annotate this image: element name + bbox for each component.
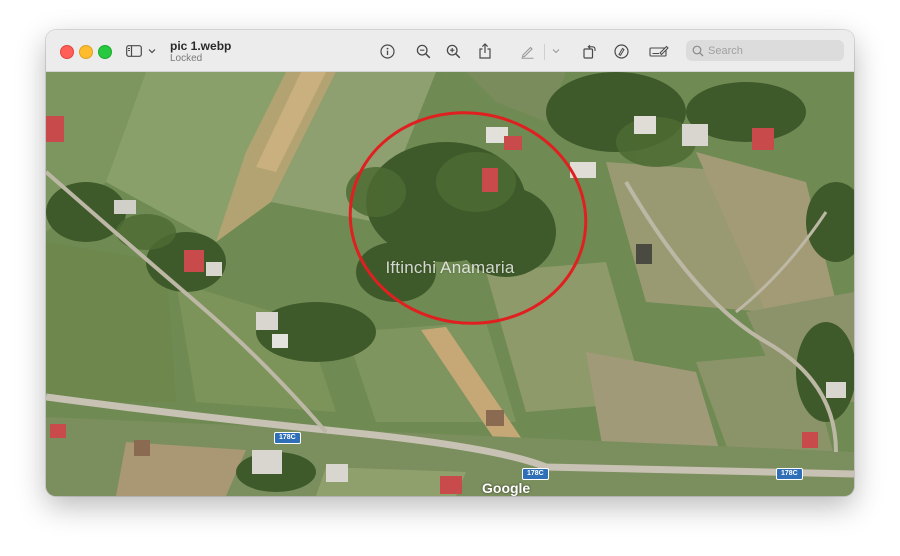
search-field[interactable] [686, 40, 844, 61]
sidebar-icon [126, 45, 142, 57]
info-icon [379, 43, 395, 59]
share-icon [479, 43, 491, 59]
image-canvas[interactable]: Iftinchi Anamaria Google 178C 178C 178C [46, 72, 854, 496]
share-button[interactable] [474, 40, 496, 62]
title-bar: pic 1.webp Locked [46, 30, 854, 72]
pen-icon [521, 46, 533, 59]
document-title: pic 1.webp [170, 39, 232, 53]
preview-window: pic 1.webp Locked Search Iftinchi Anamar… [46, 30, 854, 496]
minimize-window-button[interactable] [79, 45, 93, 59]
markup-circle-icon [613, 43, 629, 59]
map-attribution: Google [482, 480, 531, 496]
markup-button[interactable] [516, 40, 538, 62]
toolbar-divider [544, 44, 545, 60]
zoom-out-button[interactable] [412, 40, 434, 62]
form-fill-button[interactable] [646, 40, 672, 62]
signature-icon [649, 45, 669, 57]
sidebar-toggle-button[interactable] [124, 40, 158, 62]
chevron-down-icon [148, 49, 156, 54]
zoom-in-icon [446, 44, 460, 58]
markup-menu-button[interactable] [548, 40, 564, 62]
road-label: 178C [274, 432, 301, 444]
info-button[interactable] [376, 40, 398, 62]
road-label: 178C [522, 468, 549, 480]
close-window-button[interactable] [60, 45, 74, 59]
zoom-window-button[interactable] [98, 45, 112, 59]
chevron-down-icon [552, 49, 560, 54]
document-status: Locked [170, 53, 203, 64]
zoom-in-button[interactable] [442, 40, 464, 62]
road-label: 178C [776, 468, 803, 480]
search-icon [692, 45, 704, 56]
rotate-icon [582, 44, 596, 59]
watermark-text: Iftinchi Anamaria [385, 258, 515, 277]
rotate-button[interactable] [578, 40, 600, 62]
annotate-button[interactable] [610, 40, 632, 62]
satellite-image [46, 72, 854, 496]
zoom-out-icon [416, 44, 430, 58]
search-input[interactable] [708, 44, 838, 57]
document-title-area[interactable]: pic 1.webp Locked [170, 39, 231, 65]
